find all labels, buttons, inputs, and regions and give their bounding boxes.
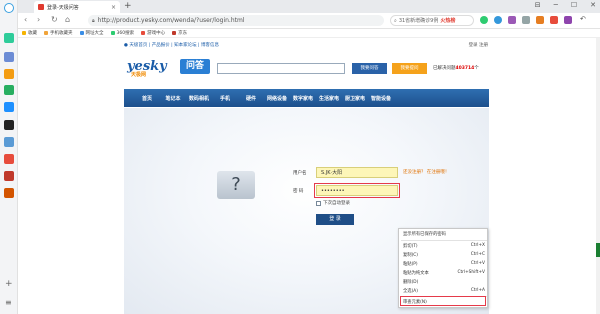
search-icon: ⌕ bbox=[394, 17, 397, 24]
username-field[interactable]: S.JK·大阳 bbox=[316, 167, 398, 178]
nav-item[interactable]: 手机 bbox=[212, 95, 238, 102]
nav-item[interactable]: 厨卫家电 bbox=[342, 95, 368, 102]
question-button[interactable]: 我要提问 bbox=[392, 63, 427, 74]
context-menu-item[interactable]: 复制(C) Ctrl+C bbox=[403, 252, 485, 259]
remember-label: 下次自动登录 bbox=[323, 201, 350, 206]
page-scrollbar[interactable] bbox=[596, 38, 600, 314]
remember-checkbox[interactable] bbox=[316, 200, 321, 206]
extension-icon[interactable] bbox=[550, 16, 558, 24]
nav-item[interactable]: 智能设备 bbox=[368, 95, 394, 102]
sidebar-app-icon[interactable] bbox=[4, 69, 14, 79]
site-logo[interactable]: yesky 天极网 问答 bbox=[127, 57, 222, 79]
question-search-input[interactable] bbox=[217, 63, 345, 74]
nav-item[interactable]: 硬件 bbox=[238, 95, 264, 102]
nav-item[interactable]: 首页 bbox=[134, 95, 160, 102]
logo-subtext: 天极网 bbox=[131, 72, 147, 78]
close-window-icon[interactable]: ✕ bbox=[590, 1, 596, 9]
lock-icon: 🔒︎ bbox=[92, 17, 95, 24]
hot-badge[interactable]: 火热榜 bbox=[440, 17, 455, 24]
sidebar-app-icon[interactable] bbox=[4, 137, 14, 147]
favicon-icon bbox=[38, 4, 44, 10]
context-menu-item[interactable]: 粘贴为纯文本 Ctrl+Shift+V bbox=[403, 270, 485, 277]
extension-icon[interactable] bbox=[494, 16, 502, 24]
bookmark-item[interactable]: 游戏中心 bbox=[141, 30, 165, 36]
menu-icon[interactable]: ≡ bbox=[5, 298, 12, 307]
bookmarks-star[interactable]: 收藏 bbox=[22, 30, 37, 36]
nav-item[interactable]: 生活家电 bbox=[316, 95, 342, 102]
bookmark-item[interactable]: 京东 bbox=[172, 30, 187, 36]
url-bar[interactable]: 🔒︎ http://product.yesky.com/wenda/?user/… bbox=[88, 15, 384, 26]
question-mark-icon: ? bbox=[217, 171, 255, 199]
sidebar-app-icon[interactable] bbox=[4, 33, 14, 43]
logo-badge: 问答 bbox=[180, 59, 210, 74]
context-menu-item[interactable]: 显示所有已保存的密码 bbox=[403, 231, 485, 238]
password-highlight bbox=[314, 183, 400, 198]
nav-item[interactable]: 数码相机 bbox=[186, 95, 212, 102]
sidebar-app-icon[interactable] bbox=[4, 171, 14, 181]
window-controls: ⊟ ─ ☐ ✕ bbox=[535, 1, 596, 9]
sidebar-app-icon[interactable] bbox=[4, 102, 14, 112]
new-tab-button[interactable]: + bbox=[124, 1, 132, 11]
bookmark-item[interactable]: 360搜索 bbox=[110, 30, 134, 36]
extension-icon[interactable] bbox=[480, 16, 488, 24]
menu-separator bbox=[401, 240, 487, 241]
bookmarks-bar: 收藏 手机收藏夹 网址大全 360搜索 游戏中心 京东 bbox=[18, 29, 600, 38]
extension-icon[interactable] bbox=[522, 16, 530, 24]
site-links[interactable]: ● 天极首页 | 产品报价 | 知本家论坛 | 博客信息 bbox=[124, 42, 219, 50]
login-register-links[interactable]: 登录 注册 bbox=[469, 42, 488, 50]
nav-item[interactable]: 数字家电 bbox=[290, 95, 316, 102]
window-menu-icon[interactable]: ⊟ bbox=[535, 1, 541, 9]
login-button[interactable]: 登 录 bbox=[316, 214, 354, 225]
nav-item[interactable]: 笔记本 bbox=[160, 95, 186, 102]
nav-item[interactable]: 网络设备 bbox=[264, 95, 290, 102]
extension-icon[interactable] bbox=[536, 16, 544, 24]
search-box[interactable]: ⌕ 31省新增确诊9例 火热榜 bbox=[390, 15, 474, 26]
maximize-icon[interactable]: ☐ bbox=[571, 1, 577, 9]
url-text[interactable]: http://product.yesky.com/wenda/?user/log… bbox=[98, 17, 245, 24]
reload-icon[interactable]: ↻ bbox=[51, 15, 58, 24]
remember-me[interactable]: 下次自动登录 bbox=[316, 200, 350, 206]
sidebar-app-icon[interactable] bbox=[4, 154, 14, 164]
extension-icon[interactable] bbox=[564, 16, 572, 24]
undo-icon[interactable]: ↶ bbox=[580, 15, 588, 23]
ask-button[interactable]: 我要问答 bbox=[352, 63, 387, 74]
browser-sidebar: + ≡ bbox=[0, 0, 18, 314]
add-icon[interactable]: + bbox=[5, 279, 13, 289]
home-icon[interactable]: ⌂ bbox=[65, 15, 70, 24]
close-tab-icon[interactable]: × bbox=[111, 4, 116, 11]
web-page: ● 天极首页 | 产品报价 | 知本家论坛 | 博客信息 登录 注册 yesky… bbox=[18, 38, 600, 314]
back-icon[interactable]: ‹ bbox=[24, 15, 27, 24]
forward-icon[interactable]: › bbox=[37, 15, 40, 24]
search-text[interactable]: 31省新增确诊9例 bbox=[399, 17, 439, 24]
context-menu-item[interactable]: 剪切(T) Ctrl+X bbox=[403, 243, 485, 250]
tab-title: 登录-天极问答 bbox=[47, 4, 79, 11]
title-bar: 登录-天极问答 × + ⊟ ─ ☐ ✕ bbox=[18, 0, 600, 13]
solved-count: 403714 bbox=[455, 66, 475, 71]
sidebar-app-icon[interactable] bbox=[4, 85, 14, 95]
sidebar-app-icon[interactable] bbox=[4, 120, 14, 130]
browser-tab[interactable]: 登录-天极问答 × bbox=[34, 1, 120, 13]
bookmark-item[interactable]: 网址大全 bbox=[79, 30, 104, 36]
address-toolbar: ‹ › ↻ ⌂ 🔒︎ http://product.yesky.com/wend… bbox=[18, 13, 600, 29]
site-nav: 首页 笔记本 数码相机 手机 硬件 网络设备 数字家电 生活家电 厨卫家电 智能… bbox=[124, 89, 489, 107]
scrollbar-thumb[interactable] bbox=[596, 243, 600, 257]
minimize-icon[interactable]: ─ bbox=[554, 1, 558, 9]
browser-logo-icon[interactable] bbox=[4, 3, 14, 13]
context-menu-item[interactable]: 粘贴(P) Ctrl+V bbox=[403, 261, 485, 268]
username-label: 用户名 bbox=[293, 171, 307, 176]
context-menu-item[interactable]: 删除(D) bbox=[403, 279, 485, 286]
bookmark-item[interactable]: 手机收藏夹 bbox=[44, 30, 73, 36]
inspect-highlight bbox=[400, 296, 486, 306]
sidebar-app-icon[interactable] bbox=[4, 52, 14, 62]
site-topbar: ● 天极首页 | 产品报价 | 知本家论坛 | 博客信息 登录 注册 bbox=[124, 42, 488, 50]
extension-icon[interactable] bbox=[508, 16, 516, 24]
password-label: 密 码 bbox=[293, 189, 304, 194]
solved-counter: 已解决问题403714个 bbox=[433, 66, 479, 71]
sidebar-app-icon[interactable] bbox=[4, 188, 14, 198]
context-menu-item[interactable]: 全选(A) Ctrl+A bbox=[403, 288, 485, 295]
register-hint[interactable]: 还没注册？ 在注册哦！ bbox=[403, 169, 449, 175]
